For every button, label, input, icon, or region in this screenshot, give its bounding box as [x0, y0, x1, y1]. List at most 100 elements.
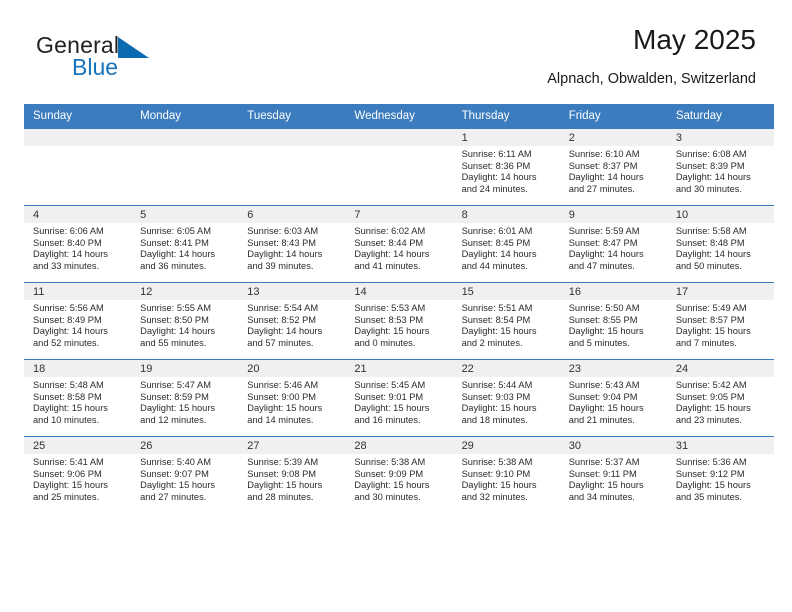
sunset-text: Sunset: 9:06 PM [33, 468, 102, 479]
daylight-text-2: and 50 minutes. [675, 260, 742, 271]
daylight-text-1: Daylight: 15 hours [140, 403, 216, 414]
day-cell[interactable]: 29 Sunrise: 5:38 AM Sunset: 9:10 PM Dayl… [452, 436, 560, 513]
daylight-text-2: and 28 minutes. [247, 491, 314, 502]
day-number: 19 [140, 363, 153, 375]
daylight-text-2: and 30 minutes. [675, 183, 742, 194]
day-number: 30 [568, 440, 581, 452]
daylight-text-2: and 2 minutes. [461, 337, 523, 348]
daylight-text-1: Daylight: 14 hours [33, 326, 108, 337]
daylight-text-2: and 44 minutes. [461, 260, 528, 271]
sunrise-text: Sunrise: 5:54 AM [247, 303, 319, 313]
day-cell[interactable]: 25 Sunrise: 5:41 AM Sunset: 9:06 PM Dayl… [24, 436, 132, 513]
day-cell[interactable] [238, 128, 346, 206]
day-cell[interactable]: 26 Sunrise: 5:40 AM Sunset: 9:07 PM Dayl… [131, 436, 239, 513]
day-cell[interactable]: 20 Sunrise: 5:46 AM Sunset: 9:00 PM Dayl… [238, 359, 346, 437]
sunset-text: Sunset: 8:45 PM [461, 237, 531, 248]
daylight-text-2: and 55 minutes. [140, 337, 207, 348]
day-cell[interactable]: 11 Sunrise: 5:56 AM Sunset: 8:49 PM Dayl… [24, 282, 132, 360]
day-cell[interactable]: 3 Sunrise: 6:08 AM Sunset: 8:39 PM Dayli… [666, 128, 774, 206]
day-number: 1 [461, 132, 468, 144]
sunset-text: Sunset: 8:53 PM [354, 314, 424, 325]
day-cell[interactable]: 23 Sunrise: 5:43 AM Sunset: 9:04 PM Dayl… [559, 359, 667, 437]
day-cell[interactable]: 28 Sunrise: 5:38 AM Sunset: 9:09 PM Dayl… [345, 436, 453, 513]
daylight-text-2: and 0 minutes. [354, 337, 416, 348]
sunset-text: Sunset: 9:05 PM [675, 391, 745, 402]
sunrise-text: Sunrise: 5:47 AM [140, 380, 211, 390]
day-cell[interactable]: 13 Sunrise: 5:54 AM Sunset: 8:52 PM Dayl… [238, 282, 346, 360]
day-cell[interactable]: 12 Sunrise: 5:55 AM Sunset: 8:50 PM Dayl… [131, 282, 239, 360]
daylight-text-1: Daylight: 14 hours [461, 249, 537, 260]
sunrise-text: Sunrise: 5:56 AM [33, 303, 104, 313]
calendar-page: General Blue May 2025 Alpnach, Obwalden,… [0, 0, 792, 612]
sunset-text: Sunset: 9:08 PM [247, 468, 317, 479]
day-cell[interactable] [24, 128, 132, 206]
daylight-text-2: and 7 minutes. [675, 337, 737, 348]
day-number: 24 [675, 363, 689, 375]
daylight-text-2: and 24 minutes. [461, 183, 528, 194]
daylight-text-2: and 57 minutes. [247, 337, 314, 348]
day-cell[interactable]: 2 Sunrise: 6:10 AM Sunset: 8:37 PM Dayli… [559, 128, 667, 206]
day-cell[interactable]: 21 Sunrise: 5:45 AM Sunset: 9:01 PM Dayl… [345, 359, 453, 437]
daylight-text-1: Daylight: 15 hours [675, 403, 751, 414]
logo-triangle-icon [118, 37, 149, 58]
day-cell[interactable] [131, 128, 239, 206]
daylight-text-1: Daylight: 14 hours [140, 249, 216, 260]
day-number: 28 [354, 440, 367, 452]
day-cell[interactable]: 17 Sunrise: 5:49 AM Sunset: 8:57 PM Dayl… [666, 282, 774, 360]
day-cell[interactable]: 18 Sunrise: 5:48 AM Sunset: 8:58 PM Dayl… [24, 359, 132, 437]
sunset-text: Sunset: 9:00 PM [247, 391, 317, 402]
day-number: 14 [354, 286, 367, 298]
sunset-text: Sunset: 8:50 PM [140, 314, 209, 325]
day-cell[interactable] [345, 128, 453, 206]
sunset-text: Sunset: 8:52 PM [247, 314, 317, 325]
day-number: 9 [568, 209, 575, 221]
day-cell[interactable]: 27 Sunrise: 5:39 AM Sunset: 9:08 PM Dayl… [238, 436, 346, 513]
sunrise-text: Sunrise: 5:43 AM [568, 380, 640, 390]
day-cell[interactable]: 5 Sunrise: 6:05 AM Sunset: 8:41 PM Dayli… [131, 205, 239, 283]
day-cell[interactable]: 4 Sunrise: 6:06 AM Sunset: 8:40 PM Dayli… [24, 205, 132, 283]
daylight-text-2: and 21 minutes. [568, 414, 635, 425]
calendar-week-row: 18 Sunrise: 5:48 AM Sunset: 8:58 PM Dayl… [24, 359, 774, 437]
day-cell[interactable]: 6 Sunrise: 6:03 AM Sunset: 8:43 PM Dayli… [238, 205, 346, 283]
sunset-text: Sunset: 8:55 PM [568, 314, 638, 325]
day-cell[interactable]: 31 Sunrise: 5:36 AM Sunset: 9:12 PM Dayl… [666, 436, 774, 513]
sunrise-text: Sunrise: 5:58 AM [675, 226, 747, 236]
sunrise-text: Sunrise: 6:01 AM [461, 226, 533, 236]
day-cell[interactable]: 30 Sunrise: 5:37 AM Sunset: 9:11 PM Dayl… [559, 436, 667, 513]
day-cell[interactable]: 14 Sunrise: 5:53 AM Sunset: 8:53 PM Dayl… [345, 282, 453, 360]
daylight-text-1: Daylight: 15 hours [33, 403, 108, 414]
sunrise-text: Sunrise: 5:38 AM [354, 457, 426, 467]
day-cell[interactable]: 1 Sunrise: 6:11 AM Sunset: 8:36 PM Dayli… [452, 128, 560, 206]
daylight-text-2: and 39 minutes. [247, 260, 314, 271]
weekday-header-sunday: Sunday [24, 104, 132, 129]
sunrise-text: Sunrise: 5:36 AM [675, 457, 747, 467]
daylight-text-2: and 12 minutes. [140, 414, 207, 425]
day-number: 26 [140, 440, 153, 452]
day-cell[interactable]: 16 Sunrise: 5:50 AM Sunset: 8:55 PM Dayl… [559, 282, 667, 360]
daylight-text-1: Daylight: 14 hours [568, 172, 644, 183]
daylight-text-1: Daylight: 15 hours [33, 480, 108, 491]
day-number: 15 [461, 286, 474, 298]
day-cell[interactable]: 19 Sunrise: 5:47 AM Sunset: 8:59 PM Dayl… [131, 359, 239, 437]
daylight-text-2: and 10 minutes. [33, 414, 100, 425]
logo-text-blue: Blue [72, 54, 119, 80]
daylight-text-1: Daylight: 15 hours [568, 326, 644, 337]
day-cell[interactable]: 7 Sunrise: 6:02 AM Sunset: 8:44 PM Dayli… [345, 205, 453, 283]
daylight-text-2: and 35 minutes. [675, 491, 742, 502]
day-cell[interactable]: 9 Sunrise: 5:59 AM Sunset: 8:47 PM Dayli… [559, 205, 667, 283]
day-cell[interactable]: 15 Sunrise: 5:51 AM Sunset: 8:54 PM Dayl… [452, 282, 560, 360]
daylight-text-1: Daylight: 15 hours [568, 403, 644, 414]
day-cell[interactable]: 22 Sunrise: 5:44 AM Sunset: 9:03 PM Dayl… [452, 359, 560, 437]
day-number: 20 [247, 363, 260, 375]
sunset-text: Sunset: 8:47 PM [568, 237, 638, 248]
daylight-text-2: and 34 minutes. [568, 491, 635, 502]
sunrise-text: Sunrise: 5:45 AM [354, 380, 426, 390]
sunset-text: Sunset: 9:07 PM [140, 468, 209, 479]
daylight-text-1: Daylight: 14 hours [140, 326, 216, 337]
day-cell[interactable]: 10 Sunrise: 5:58 AM Sunset: 8:48 PM Dayl… [666, 205, 774, 283]
general-blue-logo[interactable]: General Blue [36, 32, 216, 88]
daylight-text-1: Daylight: 15 hours [461, 480, 537, 491]
day-cell[interactable]: 24 Sunrise: 5:42 AM Sunset: 9:05 PM Dayl… [666, 359, 774, 437]
weekday-header-monday: Monday [131, 104, 239, 129]
day-cell[interactable]: 8 Sunrise: 6:01 AM Sunset: 8:45 PM Dayli… [452, 205, 560, 283]
